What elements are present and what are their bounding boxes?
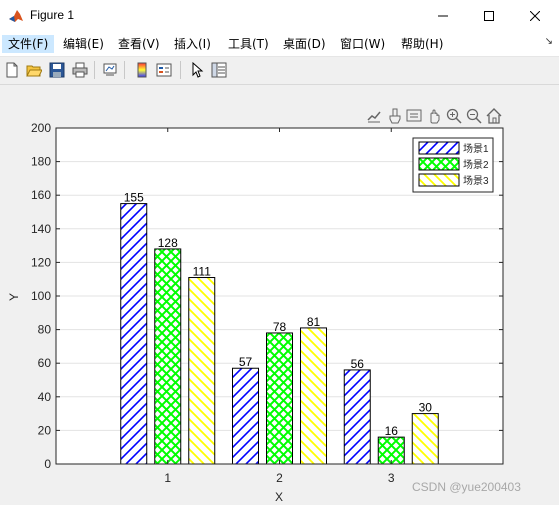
legend-label: 场景3 [463, 174, 489, 187]
y-tick-label: 0 [44, 457, 51, 471]
y-tick-label: 180 [31, 155, 51, 169]
legend[interactable]: 场景1 场景2 场景3 [412, 137, 494, 193]
data-label: 56 [351, 357, 365, 371]
data-label: 57 [239, 355, 253, 369]
y-tick-label: 60 [38, 356, 52, 370]
y-axis-label: Y [7, 293, 21, 301]
y-tick-label: 120 [31, 255, 51, 269]
bar-series3-cat3[interactable] [411, 413, 439, 465]
data-label: 155 [124, 191, 144, 205]
watermark-text: CSDN @yue200403 [412, 480, 521, 494]
data-label: 81 [307, 315, 321, 329]
legend-swatch [418, 141, 460, 155]
y-tick-label: 80 [38, 323, 52, 337]
data-label: 78 [273, 320, 287, 334]
legend-swatch [418, 157, 460, 171]
data-label: 30 [419, 401, 433, 415]
legend-label: 场景1 [463, 142, 489, 155]
y-tick-label: 140 [31, 222, 51, 236]
bar-series2-cat1[interactable] [154, 248, 182, 465]
legend-swatch [418, 173, 460, 187]
bar-series2-cat3[interactable] [377, 436, 405, 465]
y-tick-label: 40 [38, 390, 52, 404]
x-tick-label: 1 [164, 471, 171, 485]
bar-series1-cat1[interactable] [120, 203, 148, 465]
data-label: 111 [193, 265, 212, 279]
data-label: 128 [158, 236, 178, 250]
bar-series3-cat1[interactable] [188, 277, 216, 465]
y-tick-label: 100 [31, 289, 51, 303]
bar-chart[interactable]: 155 128 111 57 78 81 56 16 30 0 20 40 60 80 100 120 140… [0, 0, 559, 505]
bar-series2-cat2[interactable] [266, 332, 293, 465]
x-tick-label: 2 [276, 471, 283, 485]
bar-series1-cat3[interactable] [343, 369, 371, 465]
bar-series1-cat2[interactable] [232, 367, 259, 465]
x-tick-label: 3 [388, 471, 395, 485]
x-axis-label: X [275, 490, 283, 504]
y-tick-label: 200 [31, 121, 51, 135]
data-label: 16 [385, 424, 399, 438]
y-tick-label: 160 [31, 188, 51, 202]
bar-series3-cat2[interactable] [300, 327, 327, 465]
legend-label: 场景2 [463, 158, 489, 171]
y-tick-label: 20 [38, 423, 52, 437]
